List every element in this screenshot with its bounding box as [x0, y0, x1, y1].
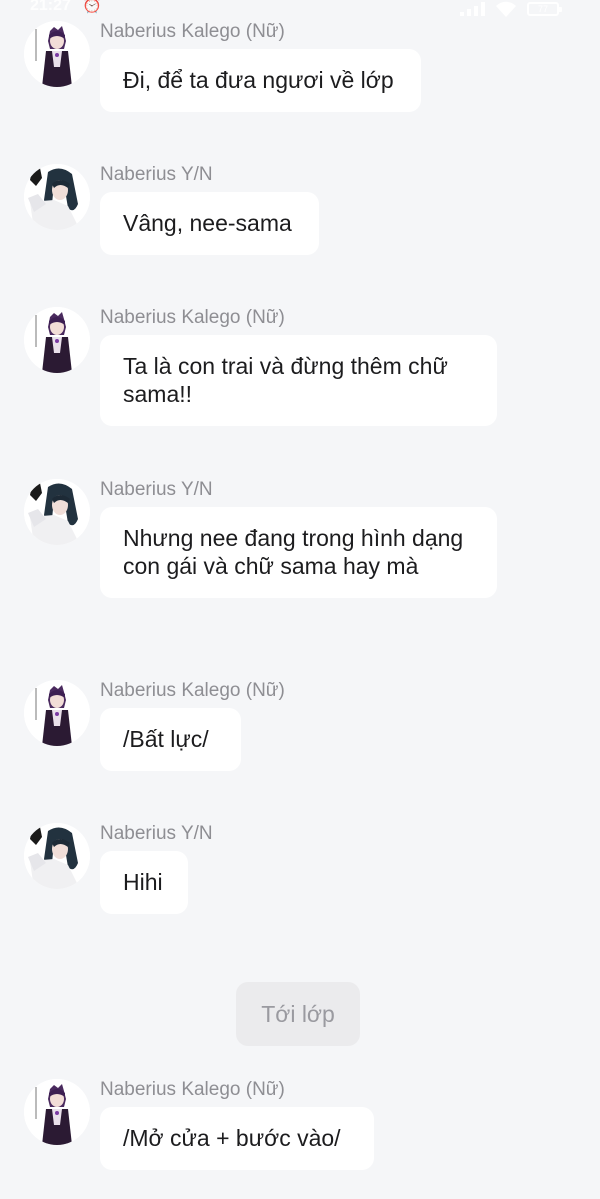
battery-icon: 77	[527, 2, 562, 16]
status-time: 21:27	[30, 0, 71, 14]
yn-avatar-icon	[24, 479, 90, 545]
sender-name: Naberius Y/N	[100, 479, 213, 500]
yn-avatar-icon	[24, 823, 90, 889]
status-bar: 21:27 ⏰ 77	[0, 0, 600, 22]
avatar-yn[interactable]	[24, 479, 90, 545]
sender-name: Naberius Kalego (Nữ)	[100, 680, 285, 701]
system-message: Tới lớp	[236, 982, 360, 1046]
wifi-icon	[496, 1, 516, 17]
sender-name: Naberius Kalego (Nữ)	[100, 307, 285, 328]
yn-avatar-icon	[24, 164, 90, 230]
message-bubble[interactable]: Đi, để ta đưa ngươi về lớp	[100, 49, 421, 112]
avatar-yn[interactable]	[24, 823, 90, 889]
kalego-avatar-icon	[24, 21, 90, 87]
message-bubble[interactable]: Hihi	[100, 851, 188, 914]
avatar-yn[interactable]	[24, 164, 90, 230]
sender-name: Naberius Y/N	[100, 164, 213, 185]
avatar-kalego[interactable]	[24, 1079, 90, 1145]
kalego-avatar-icon	[24, 680, 90, 746]
avatar-kalego[interactable]	[24, 21, 90, 87]
kalego-avatar-icon	[24, 1079, 90, 1145]
kalego-avatar-icon	[24, 307, 90, 373]
avatar-kalego[interactable]	[24, 307, 90, 373]
signal-icon	[460, 2, 485, 16]
message-bubble[interactable]: /Mở cửa + bước vào/	[100, 1107, 374, 1170]
message-bubble[interactable]: Nhưng nee đang trong hình dạng con gái v…	[100, 507, 497, 598]
message-bubble[interactable]: Ta là con trai và đừng thêm chữ sama!!	[100, 335, 497, 426]
avatar-kalego[interactable]	[24, 680, 90, 746]
message-bubble[interactable]: Vâng, nee-sama	[100, 192, 319, 255]
message-bubble[interactable]: /Bất lực/	[100, 708, 241, 771]
sender-name: Naberius Y/N	[100, 823, 213, 844]
sender-name: Naberius Kalego (Nữ)	[100, 1079, 285, 1100]
sender-name: Naberius Kalego (Nữ)	[100, 21, 285, 42]
alarm-icon: ⏰	[82, 0, 102, 14]
